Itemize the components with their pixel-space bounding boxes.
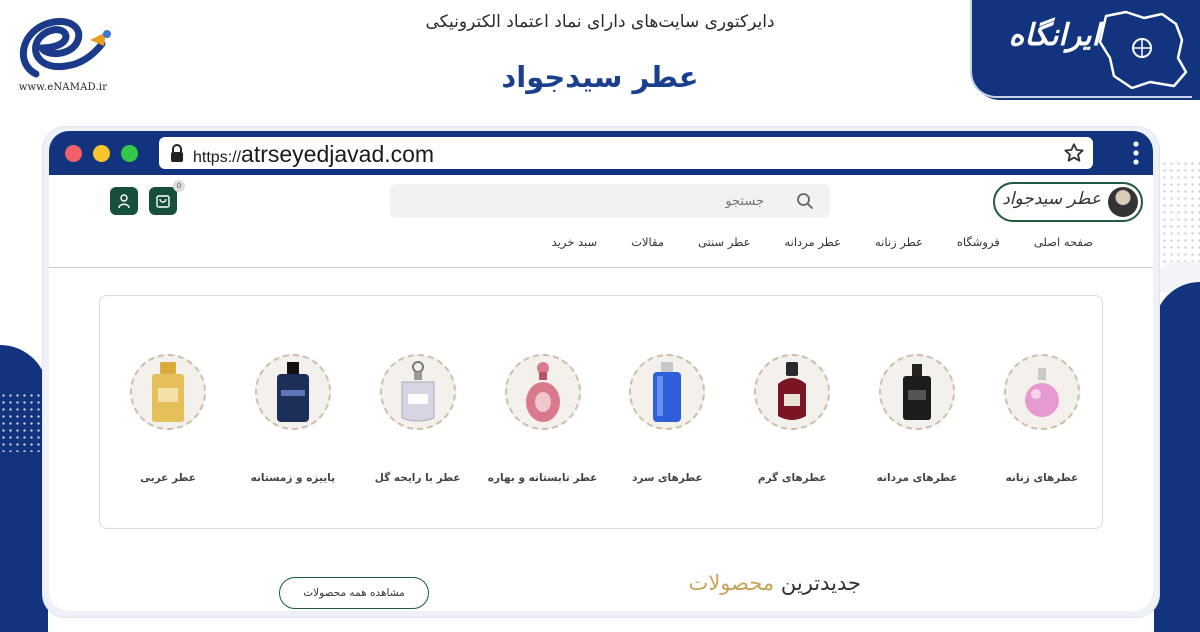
ornate-pink-bottle-icon: [525, 362, 560, 422]
lock-icon: [171, 144, 183, 162]
shopping-bag-icon: [156, 195, 170, 208]
browser-titlebar: https://atrseyedjavad.com: [49, 131, 1153, 175]
category-item[interactable]: عطرهای مردانه: [863, 296, 967, 528]
logo-portrait-icon: [1108, 187, 1138, 217]
view-all-products-button[interactable]: مشاهده همه محصولات: [279, 577, 429, 609]
nav-shop[interactable]: فروشگاه: [957, 235, 1000, 249]
category-item[interactable]: عطرهای سرد: [613, 296, 717, 528]
category-label: عطر با رایحه گل: [374, 472, 461, 484]
heading-plain: جدیدترین: [780, 571, 861, 595]
category-label: عطرهای زنانه: [1005, 472, 1079, 484]
category-item[interactable]: عطرهای زنانه: [988, 296, 1092, 528]
address-bar[interactable]: https://atrseyedjavad.com: [159, 137, 1093, 169]
category-item[interactable]: عطر تابستانه و بهاره: [488, 296, 597, 528]
category-card: عطرهای زنانه عطرهای مردانه عطرهای گرم عط…: [99, 295, 1103, 529]
cart-count-badge: 0: [173, 180, 185, 192]
nav-articles[interactable]: مقالات: [631, 235, 664, 249]
newest-products-heading: جدیدترین محصولات: [689, 571, 861, 595]
logo-text: عطر سیدجواد: [1002, 189, 1101, 209]
left-side-decoration: [0, 345, 48, 632]
url-scheme: https://: [193, 149, 242, 166]
site-header: عطر سیدجواد 0: [49, 175, 1153, 271]
enamad-domain: www.eNAMAD.ir: [18, 82, 108, 93]
main-nav: صفحه اصلی فروشگاه عطر زنانه عطر مردانه ع…: [518, 235, 1093, 249]
window-close-button[interactable]: [65, 145, 82, 162]
category-label: پاییزه و زمستانه: [250, 472, 336, 484]
category-item[interactable]: عطرهای گرم: [738, 296, 842, 528]
category-label: عطرهای گرم: [757, 472, 827, 484]
nav-cart[interactable]: سبد خرید: [552, 235, 598, 249]
nav-men-perfume[interactable]: عطر مردانه: [784, 235, 840, 249]
account-button[interactable]: [110, 187, 138, 215]
directory-subtitle: دایرکتوری سایت‌های دارای نماد اعتماد الک…: [425, 12, 775, 32]
iran-map-icon: [1098, 10, 1188, 90]
red-round-bottle-icon: [778, 362, 807, 420]
category-list: عطرهای زنانه عطرهای مردانه عطرهای گرم عط…: [100, 296, 1102, 528]
pink-round-bottle-icon: [1024, 368, 1059, 417]
window-minimize-button[interactable]: [93, 145, 110, 162]
dot-pattern-decoration: [0, 392, 40, 452]
category-label: عطر تابستانه و بهاره: [487, 472, 598, 484]
browser-viewport: https://atrseyedjavad.com عطر سیدجواد جس…: [49, 131, 1153, 611]
clear-bottle-icon: [401, 361, 435, 422]
dot-pattern-decoration: [1154, 160, 1200, 270]
search-input[interactable]: [390, 184, 770, 218]
category-label: عطرهای سرد: [632, 472, 703, 484]
nav-traditional-perfume[interactable]: عطر سنتی: [698, 235, 750, 249]
user-icon: [118, 194, 130, 209]
category-item[interactable]: عطر با رایحه گل: [364, 296, 468, 528]
heading-accent: محصولات: [688, 571, 775, 595]
irangah-label: ایرانگاه: [1008, 18, 1100, 53]
gold-bottle-icon: [152, 362, 184, 422]
right-side-decoration: [1154, 282, 1200, 632]
window-maximize-button[interactable]: [121, 145, 138, 162]
header-divider: [49, 267, 1153, 268]
url-host: atrseyedjavad.com: [241, 141, 435, 167]
site-logo[interactable]: عطر سیدجواد: [993, 182, 1143, 222]
category-label: عطر عربی: [140, 472, 196, 484]
irangah-badge: ایرانگاه: [970, 0, 1200, 100]
category-item[interactable]: عطر عربی: [114, 296, 218, 528]
search-icon[interactable]: [796, 192, 814, 210]
nav-women-perfume[interactable]: عطر زنانه: [875, 235, 923, 249]
cart-button[interactable]: [149, 187, 177, 215]
nav-home[interactable]: صفحه اصلی: [1034, 235, 1093, 249]
navy-bottle-icon: [276, 362, 309, 422]
black-square-bottle-icon: [903, 364, 932, 420]
search-box: [390, 184, 830, 218]
directory-banner: www.eNAMAD.ir دایرکتوری سایت‌های دارای ن…: [0, 0, 1200, 118]
category-item[interactable]: پاییزه و زمستانه: [239, 296, 343, 528]
browser-window: https://atrseyedjavad.com عطر سیدجواد جس…: [42, 126, 1160, 618]
browser-menu-icon[interactable]: [1133, 141, 1139, 165]
blue-tall-bottle-icon: [653, 362, 682, 422]
bookmark-star-icon[interactable]: [1063, 142, 1085, 164]
site-name-title: عطر سیدجواد: [501, 60, 699, 94]
url-text: https://atrseyedjavad.com: [193, 141, 434, 168]
category-label: عطرهای مردانه: [876, 472, 958, 484]
